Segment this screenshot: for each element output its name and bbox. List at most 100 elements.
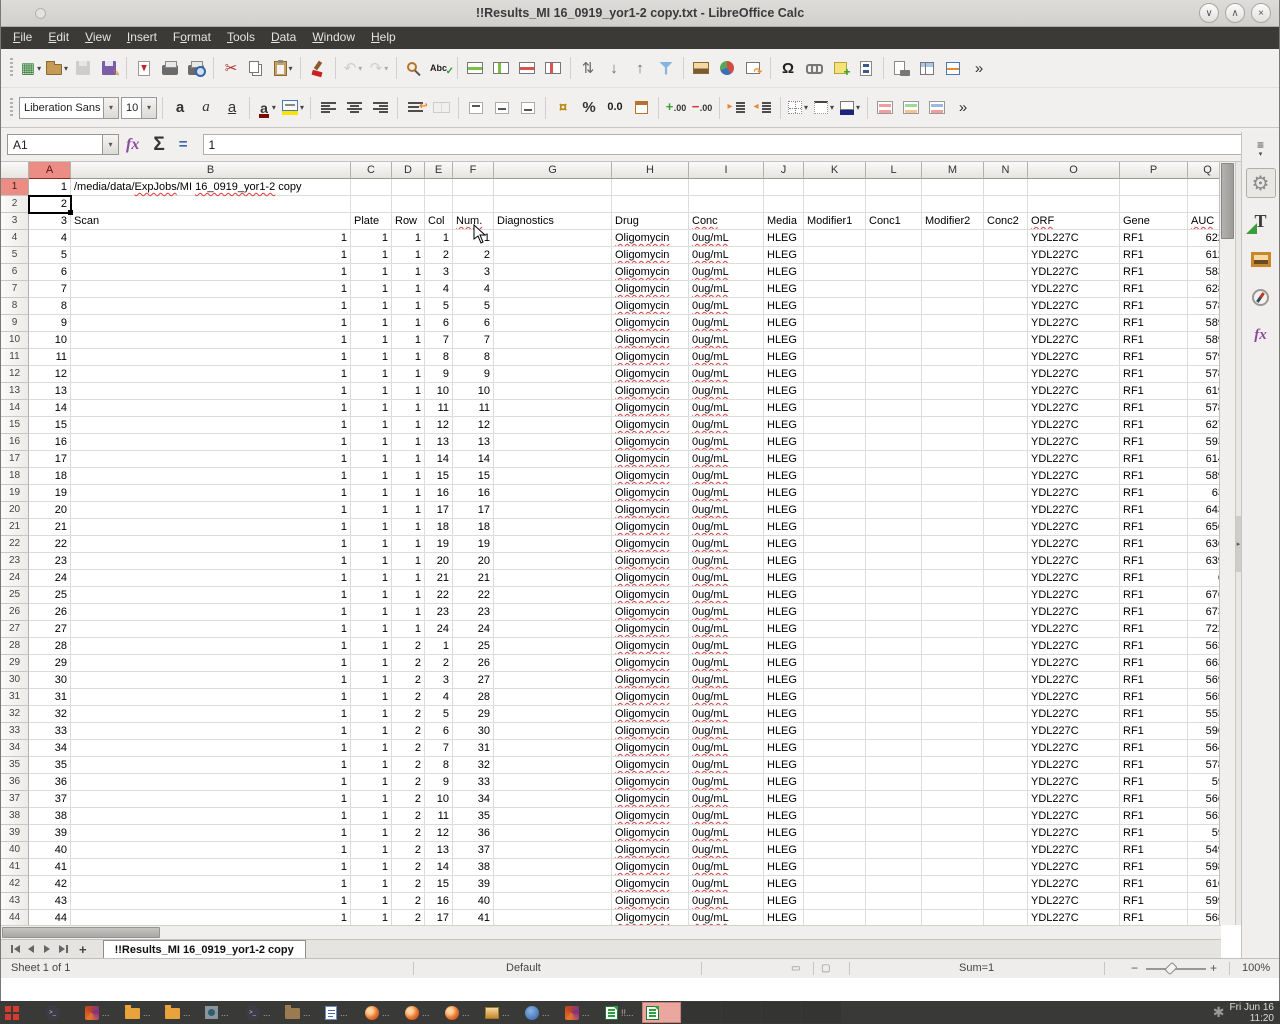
taskbar-folder-2[interactable]: ... [162, 1002, 201, 1023]
cell[interactable] [612, 196, 689, 213]
cell[interactable]: HLEG [764, 774, 804, 791]
cell[interactable]: 2 [392, 825, 425, 842]
cell[interactable]: 26 [453, 655, 494, 672]
row-header-22[interactable]: 22 [1, 536, 29, 553]
cell[interactable]: 13 [425, 434, 453, 451]
cell[interactable]: 9 [425, 774, 453, 791]
cell[interactable] [804, 791, 866, 808]
sidebar-gallery-button[interactable] [1246, 244, 1276, 274]
cell[interactable]: 1 [392, 417, 425, 434]
cell[interactable]: 1 [351, 570, 392, 587]
cell[interactable]: 15 [425, 876, 453, 893]
cell[interactable] [922, 893, 984, 910]
cell[interactable] [494, 400, 612, 417]
cell[interactable]: RF1 [1120, 247, 1188, 264]
delete-column-button[interactable] [541, 55, 565, 81]
cell[interactable]: YDL227C [1028, 230, 1120, 247]
cell[interactable]: Oligomycin [612, 553, 689, 570]
page-style-status[interactable]: Default [506, 962, 541, 974]
cell[interactable]: YDL227C [1028, 774, 1120, 791]
cell[interactable]: YDL227C [1028, 383, 1120, 400]
cell[interactable] [866, 332, 922, 349]
cell[interactable]: 2 [392, 757, 425, 774]
cell[interactable]: 578 [1188, 757, 1221, 774]
cell[interactable]: 1 [351, 366, 392, 383]
cell[interactable]: Drug [612, 213, 689, 230]
cell[interactable]: 14 [425, 859, 453, 876]
cell[interactable]: 0ug/mL [689, 417, 764, 434]
cell[interactable] [922, 298, 984, 315]
cell[interactable]: 10 [425, 791, 453, 808]
cell[interactable]: 1 [351, 247, 392, 264]
cell[interactable]: Oligomycin [612, 672, 689, 689]
align-bottom-button[interactable] [516, 95, 540, 121]
cell[interactable] [494, 451, 612, 468]
cell[interactable]: 15 [453, 468, 494, 485]
percent-format-button[interactable]: % [577, 95, 601, 121]
selection-mode-icon[interactable]: ▢ [821, 963, 830, 974]
cell[interactable] [494, 519, 612, 536]
row-header-19[interactable]: 19 [1, 485, 29, 502]
cell[interactable]: 1 [392, 485, 425, 502]
cell[interactable]: Oligomycin [612, 638, 689, 655]
cell[interactable]: RF1 [1120, 808, 1188, 825]
cell[interactable]: 0ug/mL [689, 706, 764, 723]
cell[interactable]: 41 [453, 910, 494, 925]
cell[interactable]: 12 [29, 366, 71, 383]
chevron-down-icon[interactable]: ▾ [141, 98, 156, 118]
cell[interactable] [866, 502, 922, 519]
cell[interactable]: RF1 [1120, 451, 1188, 468]
print-preview-button[interactable] [184, 55, 208, 81]
cell[interactable]: Oligomycin [612, 485, 689, 502]
cell[interactable] [392, 179, 425, 196]
print-button[interactable] [158, 55, 182, 81]
cell[interactable] [494, 791, 612, 808]
cell[interactable]: RF1 [1120, 876, 1188, 893]
cell[interactable]: 2 [392, 689, 425, 706]
cell[interactable]: HLEG [764, 587, 804, 604]
row-header-10[interactable]: 10 [1, 332, 29, 349]
cell[interactable]: 16 [453, 485, 494, 502]
cell[interactable]: 1 [351, 383, 392, 400]
cell[interactable] [922, 638, 984, 655]
row-header-18[interactable]: 18 [1, 468, 29, 485]
cell[interactable]: 30 [453, 723, 494, 740]
row-header-41[interactable]: 41 [1, 859, 29, 876]
cell[interactable] [866, 400, 922, 417]
cell[interactable] [804, 451, 866, 468]
row-header-11[interactable]: 11 [1, 349, 29, 366]
cell[interactable]: 43 [29, 893, 71, 910]
cell[interactable]: 22 [425, 587, 453, 604]
cell[interactable]: 1 [351, 825, 392, 842]
cell[interactable]: 1 [351, 621, 392, 638]
cell[interactable]: 7 [453, 332, 494, 349]
cell[interactable] [866, 434, 922, 451]
cell[interactable]: RF1 [1120, 910, 1188, 925]
cell[interactable]: HLEG [764, 893, 804, 910]
cell[interactable]: 1 [71, 587, 351, 604]
cell[interactable]: 40 [29, 842, 71, 859]
cell[interactable]: 0ug/mL [689, 689, 764, 706]
sidebar-properties-button[interactable]: ⚙ [1246, 168, 1276, 198]
cell[interactable]: 1 [71, 366, 351, 383]
cell[interactable] [804, 859, 866, 876]
cell[interactable]: 656 [1188, 519, 1221, 536]
cell[interactable]: RF1 [1120, 366, 1188, 383]
cell[interactable]: YDL227C [1028, 672, 1120, 689]
cell[interactable] [804, 774, 866, 791]
cell[interactable]: 39 [453, 876, 494, 893]
cell[interactable] [922, 740, 984, 757]
vertical-scrollbar[interactable] [1219, 162, 1235, 925]
cell[interactable]: 24 [425, 621, 453, 638]
cell[interactable] [866, 825, 922, 842]
row-header-14[interactable]: 14 [1, 400, 29, 417]
cell[interactable]: 14 [425, 451, 453, 468]
cell[interactable] [494, 757, 612, 774]
autofilter-button[interactable] [654, 55, 678, 81]
cell[interactable]: 0ug/mL [689, 723, 764, 740]
cell[interactable]: 33 [453, 774, 494, 791]
cell[interactable]: 1 [71, 553, 351, 570]
cell[interactable] [494, 655, 612, 672]
cell[interactable]: 1 [392, 366, 425, 383]
sidebar-navigator-button[interactable] [1246, 282, 1276, 312]
